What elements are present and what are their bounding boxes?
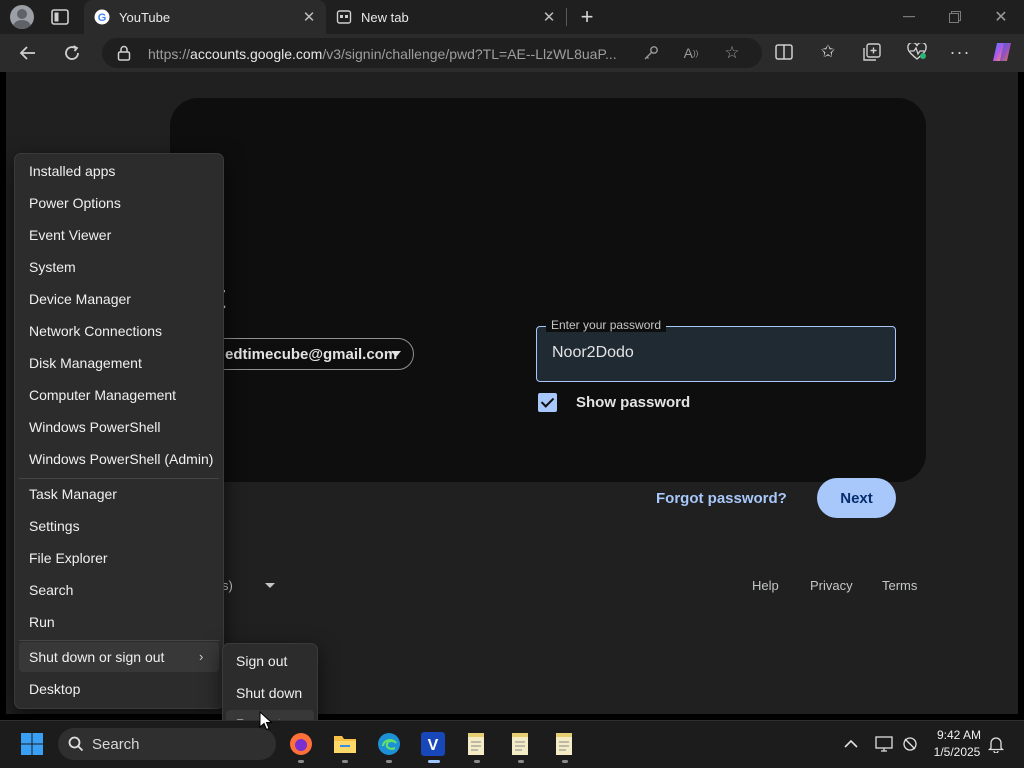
- google-g-icon: G: [94, 9, 110, 25]
- menu-item-shut-down-or-sign-out[interactable]: Shut down or sign out: [29, 642, 164, 672]
- forgot-password-link[interactable]: Forgot password?: [656, 490, 787, 507]
- password-input[interactable]: [552, 344, 872, 362]
- favorite-star-icon[interactable]: ☆: [722, 43, 742, 63]
- tab-title: New tab: [361, 9, 409, 25]
- copilot-icon[interactable]: [990, 40, 1014, 64]
- chevron-right-icon: ›: [199, 649, 204, 664]
- chevron-down-icon: [391, 351, 401, 357]
- read-aloud-icon[interactable]: A)): [682, 44, 700, 62]
- favorites-icon[interactable]: ✩: [818, 42, 838, 62]
- tab-actions-icon[interactable]: [50, 8, 70, 26]
- menu-item-installed-apps[interactable]: Installed apps: [29, 156, 115, 186]
- url-prefix: https://: [148, 46, 191, 62]
- close-tab-icon[interactable]: ✕: [538, 6, 560, 28]
- show-password-label[interactable]: Show password: [576, 394, 690, 411]
- tab-youtube[interactable]: G YouTube ✕: [84, 0, 326, 34]
- app-running-indicator: [342, 760, 348, 763]
- menu-item-windows-powershell-admin[interactable]: Windows PowerShell (Admin): [29, 444, 213, 474]
- menu-item-network-connections[interactable]: Network Connections: [29, 316, 162, 346]
- password-label: Enter your password: [546, 318, 667, 332]
- chevron-up-icon[interactable]: [842, 734, 860, 754]
- performance-heart-icon[interactable]: [906, 42, 928, 62]
- signin-card: [170, 98, 926, 482]
- tab-title: YouTube: [119, 9, 171, 25]
- notepad-icon[interactable]: [553, 732, 577, 756]
- show-password-checkbox[interactable]: [538, 393, 557, 412]
- terms-link[interactable]: Terms: [882, 578, 917, 593]
- file-explorer-icon[interactable]: [333, 732, 357, 756]
- collections-icon[interactable]: [862, 42, 882, 62]
- account-email: edtimecube@gmail.com: [225, 345, 398, 363]
- back-arrow-icon[interactable]: [16, 42, 40, 64]
- close-window-icon[interactable]: ✕: [988, 5, 1014, 29]
- edge-icon[interactable]: [377, 732, 401, 756]
- app-running-indicator: [298, 760, 304, 763]
- app-running-indicator: [562, 760, 568, 763]
- chevron-down-icon[interactable]: [265, 583, 275, 588]
- svg-text:G: G: [98, 12, 107, 24]
- mouse-cursor-icon: [259, 710, 273, 731]
- menu-item-file-explorer[interactable]: File Explorer: [29, 543, 108, 573]
- notepad-icon[interactable]: [509, 732, 533, 756]
- menu-divider: [19, 640, 219, 641]
- winx-context-menu: Installed apps Power Options Event Viewe…: [14, 153, 224, 709]
- browser-tab-bar: G YouTube ✕ New tab ✕ + ✕: [0, 0, 1024, 34]
- account-chip[interactable]: edtimecube@gmail.com: [196, 338, 414, 370]
- menu-item-power-options[interactable]: Power Options: [29, 188, 121, 218]
- url-text[interactable]: https://accounts.google.com/v3/signin/ch…: [148, 46, 628, 62]
- app-running-indicator: [386, 760, 392, 763]
- menu-item-shut-down[interactable]: Shut down: [236, 679, 302, 707]
- menu-item-disk-management[interactable]: Disk Management: [29, 348, 142, 378]
- v-app-icon[interactable]: V: [421, 732, 445, 756]
- menu-item-task-manager[interactable]: Task Manager: [29, 479, 117, 509]
- menu-item-search[interactable]: Search: [29, 575, 73, 605]
- svg-text:V: V: [428, 737, 439, 754]
- taskbar-search-box[interactable]: Search: [58, 728, 276, 760]
- clock-time[interactable]: 9:42 AM: [934, 728, 984, 742]
- close-tab-icon[interactable]: ✕: [298, 6, 320, 28]
- menu-item-sign-out[interactable]: Sign out: [236, 647, 287, 675]
- clock-date[interactable]: 1/5/2025: [930, 745, 984, 759]
- notification-bell-icon[interactable]: [986, 734, 1006, 754]
- app-running-indicator: [474, 760, 480, 763]
- network-icon[interactable]: [900, 734, 920, 754]
- password-key-icon[interactable]: [642, 44, 660, 62]
- split-screen-icon[interactable]: [774, 42, 794, 62]
- restore-window-icon[interactable]: [942, 5, 968, 29]
- new-tab-plus-icon[interactable]: +: [574, 4, 600, 29]
- menu-item-device-manager[interactable]: Device Manager: [29, 284, 131, 314]
- menu-item-event-viewer[interactable]: Event Viewer: [29, 220, 111, 250]
- help-link[interactable]: Help: [752, 578, 779, 593]
- menu-item-run[interactable]: Run: [29, 607, 55, 637]
- url-path: /v3/signin/challenge/pwd?TL=AE--LlzWL8ua…: [322, 46, 617, 62]
- minimize-icon[interactable]: [896, 5, 922, 29]
- lock-icon[interactable]: [116, 45, 132, 61]
- next-button[interactable]: Next: [817, 478, 896, 518]
- tab-separator: [566, 8, 567, 26]
- menu-item-settings[interactable]: Settings: [29, 511, 80, 541]
- app-running-indicator: [518, 760, 524, 763]
- more-options-icon[interactable]: ···: [950, 42, 970, 62]
- menu-item-desktop[interactable]: Desktop: [29, 674, 80, 704]
- taskbar-search-label: Search: [92, 735, 140, 753]
- display-icon[interactable]: [874, 734, 894, 754]
- privacy-link[interactable]: Privacy: [810, 578, 853, 593]
- refresh-icon[interactable]: [60, 42, 84, 64]
- firefox-icon[interactable]: [289, 732, 313, 756]
- notepad-icon[interactable]: [465, 732, 489, 756]
- app-active-indicator: [428, 760, 440, 763]
- menu-item-system[interactable]: System: [29, 252, 76, 282]
- search-icon: [68, 736, 84, 752]
- menu-item-computer-management[interactable]: Computer Management: [29, 380, 176, 410]
- url-host: accounts.google.com: [190, 46, 323, 62]
- profile-avatar-icon[interactable]: [10, 5, 34, 29]
- tab-new-tab[interactable]: New tab ✕: [326, 0, 566, 34]
- windows-start-icon[interactable]: [20, 732, 44, 756]
- menu-item-windows-powershell[interactable]: Windows PowerShell: [29, 412, 161, 442]
- address-bar[interactable]: https://accounts.google.com/v3/signin/ch…: [102, 38, 762, 68]
- new-tab-icon: [336, 9, 352, 25]
